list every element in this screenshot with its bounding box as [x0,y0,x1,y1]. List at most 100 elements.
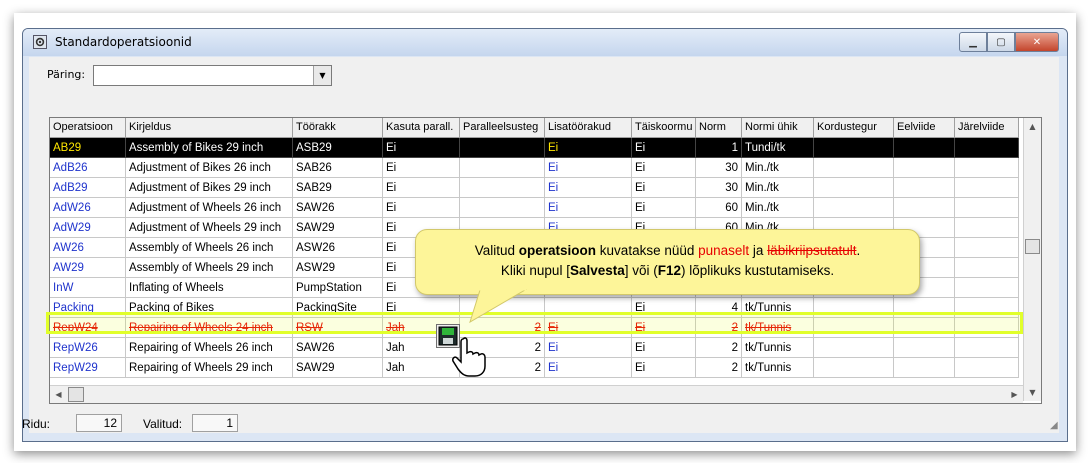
table-row[interactable]: AdB26 Adjustment of Bikes 26 inch SAB26 Ei E… [50,158,1019,178]
table-cell[interactable]: 60 [696,198,742,218]
table-cell[interactable] [955,158,1019,178]
close-button[interactable]: ✕ [1015,32,1059,52]
table-cell[interactable]: Adjustment of Wheels 29 inch [126,218,293,238]
table-cell[interactable] [955,358,1019,378]
table-cell[interactable]: SAB26 [293,158,383,178]
table-cell[interactable]: Adjustment of Wheels 26 inch [126,198,293,218]
table-cell[interactable] [955,218,1019,238]
table-cell[interactable]: Ei [545,198,632,218]
table-cell[interactable]: 30 [696,178,742,198]
table-cell[interactable]: InW [50,278,126,298]
table-cell[interactable]: Ei [632,158,696,178]
table-cell[interactable]: tk/Tunnis [742,338,814,358]
table-cell[interactable]: Ei [632,358,696,378]
table-cell[interactable]: Min./tk [742,178,814,198]
horizontal-scroll-thumb[interactable] [68,387,84,402]
table-cell[interactable]: SAW26 [293,338,383,358]
column-header[interactable]: Täiskoormu [632,118,696,137]
table-cell[interactable]: Tundi/tk [742,138,814,158]
scroll-up-icon[interactable]: ▲ [1024,118,1041,135]
table-cell[interactable]: 2 [696,358,742,378]
title-bar[interactable]: Standardoperatsioonid ▁ ▢ ✕ [23,29,1067,56]
table-cell[interactable]: RepW26 [50,338,126,358]
table-cell[interactable] [460,138,545,158]
table-row[interactable]: AdB29 Adjustment of Bikes 29 inch SAB29 Ei E… [50,178,1019,198]
table-cell[interactable]: Ei [545,338,632,358]
table-cell[interactable]: SAW26 [293,198,383,218]
table-cell[interactable]: Ei [383,138,460,158]
table-cell[interactable]: Assembly of Wheels 26 inch [126,238,293,258]
table-cell[interactable]: Inflating of Wheels [126,278,293,298]
table-cell[interactable] [894,198,955,218]
table-cell[interactable]: AB29 [50,138,126,158]
scroll-left-icon[interactable]: ◀ [50,386,67,403]
column-header[interactable]: Norm [696,118,742,137]
table-cell[interactable]: 30 [696,158,742,178]
table-cell[interactable] [814,198,894,218]
table-cell[interactable]: ASW29 [293,258,383,278]
column-header[interactable]: Järelviide [955,118,1019,137]
table-cell[interactable] [955,258,1019,278]
table-row[interactable]: AdW26 Adjustment of Wheels 26 inch SAW26 Ei… [50,198,1019,218]
column-header[interactable]: Normi ühik [742,118,814,137]
table-cell[interactable]: Ei [545,358,632,378]
table-cell[interactable] [814,138,894,158]
table-cell[interactable]: SAW29 [293,358,383,378]
vertical-scrollbar[interactable]: ▲ ▼ [1023,118,1041,401]
table-cell[interactable] [460,198,545,218]
table-cell[interactable] [894,138,955,158]
table-cell[interactable]: Ei [632,338,696,358]
resize-grip-icon[interactable]: ◢ [1050,420,1062,432]
table-cell[interactable] [894,358,955,378]
table-cell[interactable] [894,178,955,198]
table-cell[interactable] [955,198,1019,218]
column-header[interactable]: Paralleelsusteg [460,118,545,137]
minimize-button[interactable]: ▁ [959,32,987,52]
table-cell[interactable]: SAW29 [293,218,383,238]
query-select[interactable]: ▼ [93,65,332,86]
table-cell[interactable] [460,178,545,198]
table-cell[interactable]: Min./tk [742,158,814,178]
table-cell[interactable] [814,358,894,378]
table-cell[interactable]: Ei [545,158,632,178]
table-cell[interactable]: Assembly of Wheels 29 inch [126,258,293,278]
table-cell[interactable]: Repairing of Wheels 26 inch [126,338,293,358]
column-header[interactable]: Eelviide [894,118,955,137]
table-cell[interactable]: AW26 [50,238,126,258]
table-cell[interactable]: AdB29 [50,178,126,198]
table-cell[interactable]: ASB29 [293,138,383,158]
chevron-down-icon[interactable]: ▼ [313,66,331,85]
table-cell[interactable]: Jah [383,358,460,378]
table-cell[interactable]: Assembly of Bikes 29 inch [126,138,293,158]
table-cell[interactable] [955,238,1019,258]
table-cell[interactable]: Ei [545,178,632,198]
table-cell[interactable]: Min./tk [742,198,814,218]
table-cell[interactable]: Ei [632,138,696,158]
table-cell[interactable] [955,278,1019,298]
column-header[interactable]: Lisatöörakud [545,118,632,137]
table-cell[interactable]: tk/Tunnis [742,358,814,378]
table-cell[interactable] [894,338,955,358]
column-header[interactable]: Kordustegur [814,118,894,137]
vertical-scroll-thumb[interactable] [1025,239,1040,254]
table-cell[interactable]: Ei [383,198,460,218]
table-cell[interactable]: 2 [696,338,742,358]
table-cell[interactable]: AdB26 [50,158,126,178]
table-cell[interactable]: Ei [383,158,460,178]
column-header[interactable]: Töörakk [293,118,383,137]
table-row[interactable]: RepW29 Repairing of Wheels 29 inch SAW29 Ja… [50,358,1019,378]
table-cell[interactable] [955,138,1019,158]
table-cell[interactable]: 1 [696,138,742,158]
column-header[interactable]: Kirjeldus [126,118,293,137]
table-cell[interactable] [814,178,894,198]
table-cell[interactable]: Ei [383,178,460,198]
table-cell[interactable]: AdW26 [50,198,126,218]
table-cell[interactable]: Ei [632,178,696,198]
scroll-right-icon[interactable]: ▶ [1006,386,1023,403]
table-row[interactable]: RepW26 Repairing of Wheels 26 inch SAW26 Ja… [50,338,1019,358]
table-cell[interactable] [460,158,545,178]
table-cell[interactable] [955,338,1019,358]
table-cell[interactable]: AW29 [50,258,126,278]
table-cell[interactable]: Adjustment of Bikes 29 inch [126,178,293,198]
table-cell[interactable]: SAB29 [293,178,383,198]
